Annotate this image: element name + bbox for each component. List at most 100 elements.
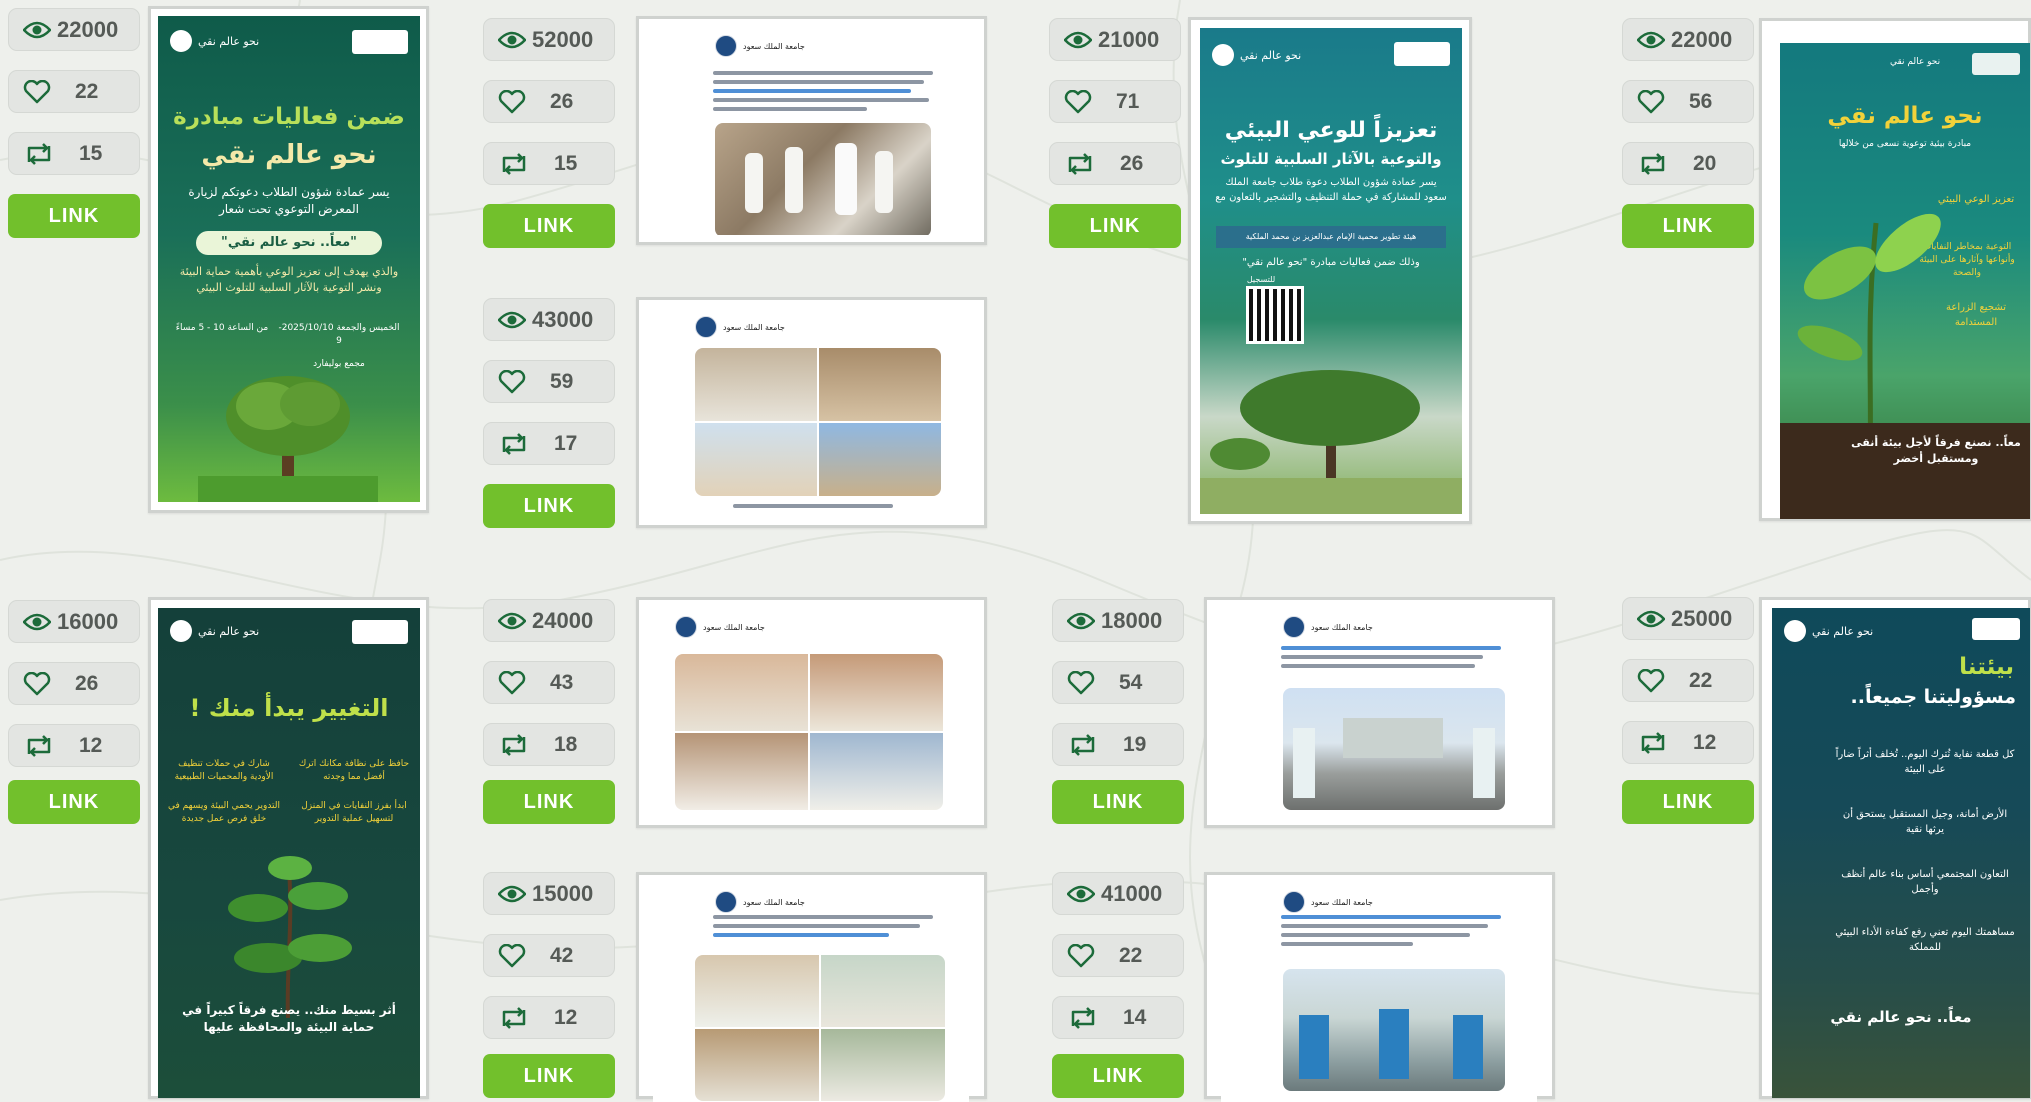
link-button[interactable]: LINK [1622,780,1754,824]
post-media-card[interactable]: جامعة الملك سعود [636,872,987,1102]
post-media-card[interactable]: نحو عالم نقي التغيير يبدأ منك ! حافظ على… [148,597,429,1099]
post-media-card[interactable]: جامعة الملك سعود [636,16,987,245]
retweet-icon [1068,152,1092,175]
shares-counter: 12 [8,724,140,767]
retweet-icon [1071,733,1095,756]
eye-icon [498,31,526,48]
leaf-logo-icon [1784,620,1806,642]
shares-count: 19 [1123,732,1147,756]
shares-counter: 20 [1622,142,1754,185]
tweet-screenshot: جامعة الملك سعود [653,27,969,235]
poster-banner: "معاً.. نحو عالم نقي" [196,231,382,255]
poster-title: تعزيزاً للوعي البيئي [1224,118,1438,143]
poster-header: نحو عالم نقي [170,620,259,642]
link-button[interactable]: LINK [8,780,140,824]
link-button[interactable]: LINK [1052,780,1184,824]
heart-icon [1064,89,1092,113]
poster-header: نحو عالم نقي [1890,57,1940,67]
link-button[interactable]: LINK [483,484,615,528]
views-counter: 25000 [1622,597,1754,640]
retweet-icon [502,733,526,756]
views-counter: 18000 [1052,599,1184,642]
heart-icon [498,943,526,967]
tweet-text [1281,646,1501,673]
likes-count: 54 [1119,670,1143,694]
eye-icon [498,885,526,902]
shares-count: 17 [554,431,578,455]
poster-date: الخميس والجمعة 2025/10/10-9 [278,323,400,347]
shares-count: 26 [1120,151,1144,175]
shares-counter: 15 [483,142,615,185]
post-media-card[interactable]: نحو عالم نقي ضمن فعاليات مبادرة نحو عالم… [148,6,429,513]
link-button[interactable]: LINK [1622,204,1754,248]
poster-header: نحو عالم نقي [1212,44,1301,66]
shares-counter: 26 [1049,142,1181,185]
heart-icon [498,670,526,694]
post-media-card[interactable]: جامعة الملك سعود [1204,872,1555,1102]
likes-counter: 42 [483,934,615,977]
retweet-icon [1641,731,1665,754]
tweet-account: جامعة الملك سعود [703,622,765,632]
leaf-logo-icon [170,620,192,642]
views-count: 18000 [1101,607,1163,633]
poster-extra: التدوير يحمي البيئة ويسهم في خلق فرص عمل… [168,801,280,825]
likes-count: 43 [550,670,574,694]
poster-subtitle: مسؤوليتنا جميعاً.. [1850,686,2016,708]
poster-footer: معاً.. نحو عالم نقي [1830,1008,1972,1026]
likes-counter: 22 [1052,934,1184,977]
poster-image: نحو عالم نقي التغيير يبدأ منك ! حافظ على… [158,608,420,1098]
eye-icon [1067,885,1095,902]
views-counter: 16000 [8,600,140,643]
heart-icon [498,369,526,393]
post-media-card[interactable]: جامعة الملك سعود [636,297,987,528]
tweet-header: جامعة الملك سعود [675,616,765,638]
eye-icon [1064,31,1092,48]
likes-counter: 43 [483,661,615,704]
link-button[interactable]: LINK [483,204,615,248]
poster-body-2: التعاون المجتمعي أساس بناء عالم أنظف وأج… [1841,869,2009,895]
avatar [1283,616,1305,638]
views-count: 24000 [532,607,594,633]
eye-icon [1637,31,1665,48]
link-button[interactable]: LINK [1049,204,1181,248]
views-counter: 41000 [1052,872,1184,915]
university-logo [1972,53,2020,75]
link-button[interactable]: LINK [1052,1054,1184,1098]
link-button[interactable]: LINK [8,194,140,238]
shares-counter: 12 [483,996,615,1039]
tree-illustration [198,376,378,502]
post-media-card[interactable]: نحو عالم نقي تعزيزاً للوعي البيئي والتوع… [1188,17,1472,524]
avatar [715,891,737,913]
shares-count: 18 [554,732,578,756]
likes-counter: 22 [8,70,140,113]
post-media-card[interactable]: جامعة الملك سعود [1204,597,1555,828]
heart-icon [1637,89,1665,113]
tweet-photo [695,348,941,496]
tweet-photo [1283,969,1505,1091]
link-button[interactable]: LINK [483,780,615,824]
likes-counter: 54 [1052,661,1184,704]
university-logo [1394,42,1450,66]
poster-title: نحو عالم نقي [1827,103,1983,129]
likes-count: 22 [75,79,99,103]
retweet-icon [1641,152,1665,175]
shares-counter: 14 [1052,996,1184,1039]
views-counter: 24000 [483,599,615,642]
heart-icon [498,89,526,113]
likes-count: 26 [550,89,574,113]
tweet-header: جامعة الملك سعود [695,316,785,338]
link-button[interactable]: LINK [483,1054,615,1098]
post-media-card[interactable]: نحو عالم نقي نحو عالم نقي مبادرة بيئية ت… [1759,18,2031,521]
university-logo [352,30,408,54]
shares-count: 14 [1123,1005,1147,1029]
heart-icon [1067,943,1095,967]
views-counter: 52000 [483,18,615,61]
likes-count: 22 [1689,668,1713,692]
post-media-card[interactable]: نحو عالم نقي بيئتنا مسؤوليتنا جميعاً.. ك… [1759,597,2031,1099]
poster-brand: نحو عالم نقي [1812,624,1874,638]
tweet-text [1281,915,1501,951]
eye-icon [23,613,51,630]
poster-title: بيئتنا [1959,654,2014,680]
tweet-text [713,915,933,942]
post-media-card[interactable]: جامعة الملك سعود [636,597,987,828]
